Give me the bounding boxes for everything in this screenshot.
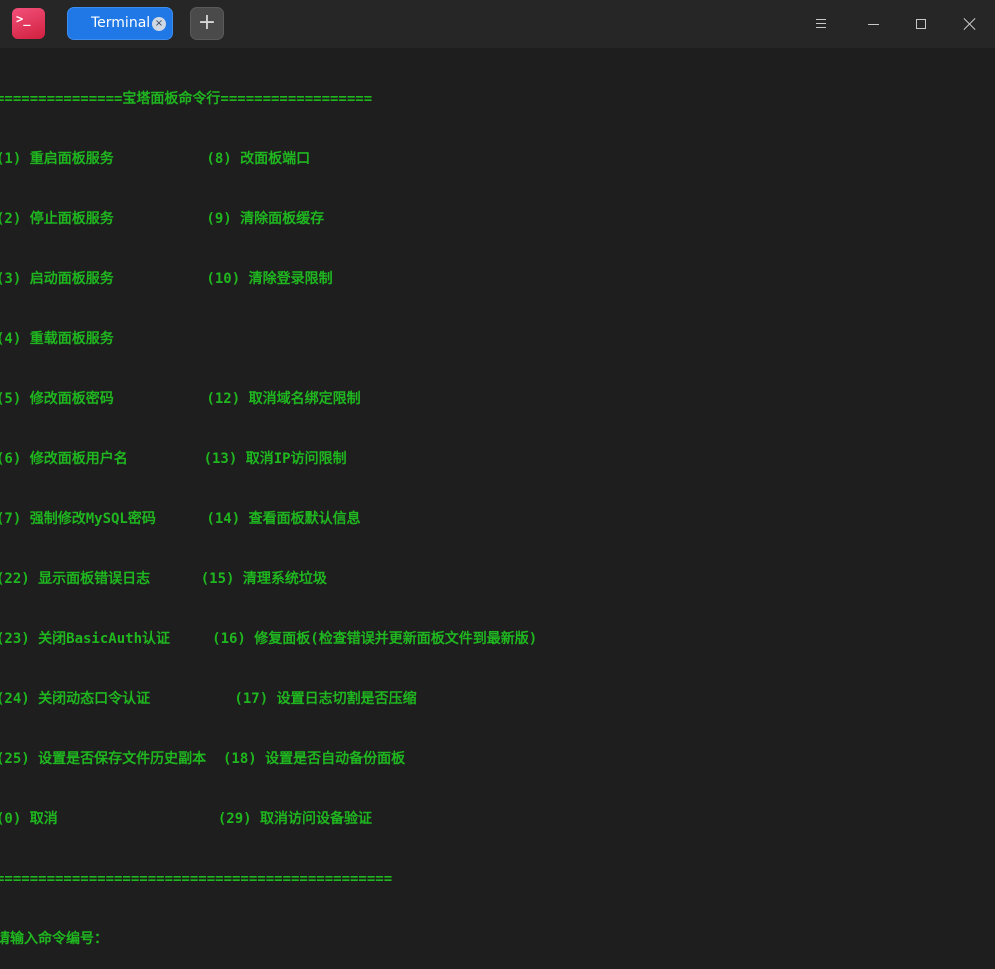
minimize-button[interactable]	[859, 10, 887, 38]
hamburger-menu-icon	[816, 19, 826, 28]
terminal-line: (0) 取消 (29) 取消访问设备验证	[0, 811, 373, 827]
add-tab-button[interactable]: +	[190, 7, 224, 40]
maximize-icon	[916, 19, 926, 29]
tab-label: Terminal	[91, 15, 151, 31]
terminal-output[interactable]: ===============宝塔面板命令行==================…	[0, 49, 995, 947]
terminal-app-icon[interactable]: >_	[12, 8, 45, 39]
minimize-icon	[868, 24, 879, 25]
terminal-line: ========================================…	[0, 871, 393, 887]
terminal-line: (4) 重载面板服务	[0, 331, 114, 347]
terminal-line: (3) 启动面板服务 (10) 清除登录限制	[0, 271, 333, 287]
command-prompt[interactable]: 请输入命令编号：	[0, 929, 995, 949]
terminal-line: (5) 修改面板密码 (12) 取消域名绑定限制	[0, 391, 361, 407]
terminal-line: (6) 修改面板用户名 (13) 取消IP访问限制	[0, 451, 347, 467]
terminal-line: ===============宝塔面板命令行==================	[0, 91, 373, 107]
tab-terminal[interactable]: Terminal ×	[67, 7, 173, 40]
terminal-line: (1) 重启面板服务 (8) 改面板端口	[0, 151, 311, 167]
menu-button[interactable]	[807, 10, 835, 38]
close-button[interactable]	[956, 10, 984, 38]
terminal-line: (23) 关闭BasicAuth认证 (16) 修复面板(检查错误并更新面板文件…	[0, 631, 538, 647]
close-icon	[963, 17, 977, 31]
tab-close-icon[interactable]: ×	[152, 17, 166, 31]
terminal-line: (25) 设置是否保存文件历史副本 (18) 设置是否自动备份面板	[0, 751, 406, 767]
terminal-line: (22) 显示面板错误日志 (15) 清理系统垃圾	[0, 571, 327, 587]
maximize-button[interactable]	[907, 10, 935, 38]
terminal-line: (7) 强制修改MySQL密码 (14) 查看面板默认信息	[0, 511, 361, 527]
title-bar: >_ Terminal × +	[0, 0, 995, 48]
terminal-line: (24) 关闭动态口令认证 (17) 设置日志切割是否压缩	[0, 691, 417, 707]
terminal-line: (2) 停止面板服务 (9) 清除面板缓存	[0, 211, 325, 227]
